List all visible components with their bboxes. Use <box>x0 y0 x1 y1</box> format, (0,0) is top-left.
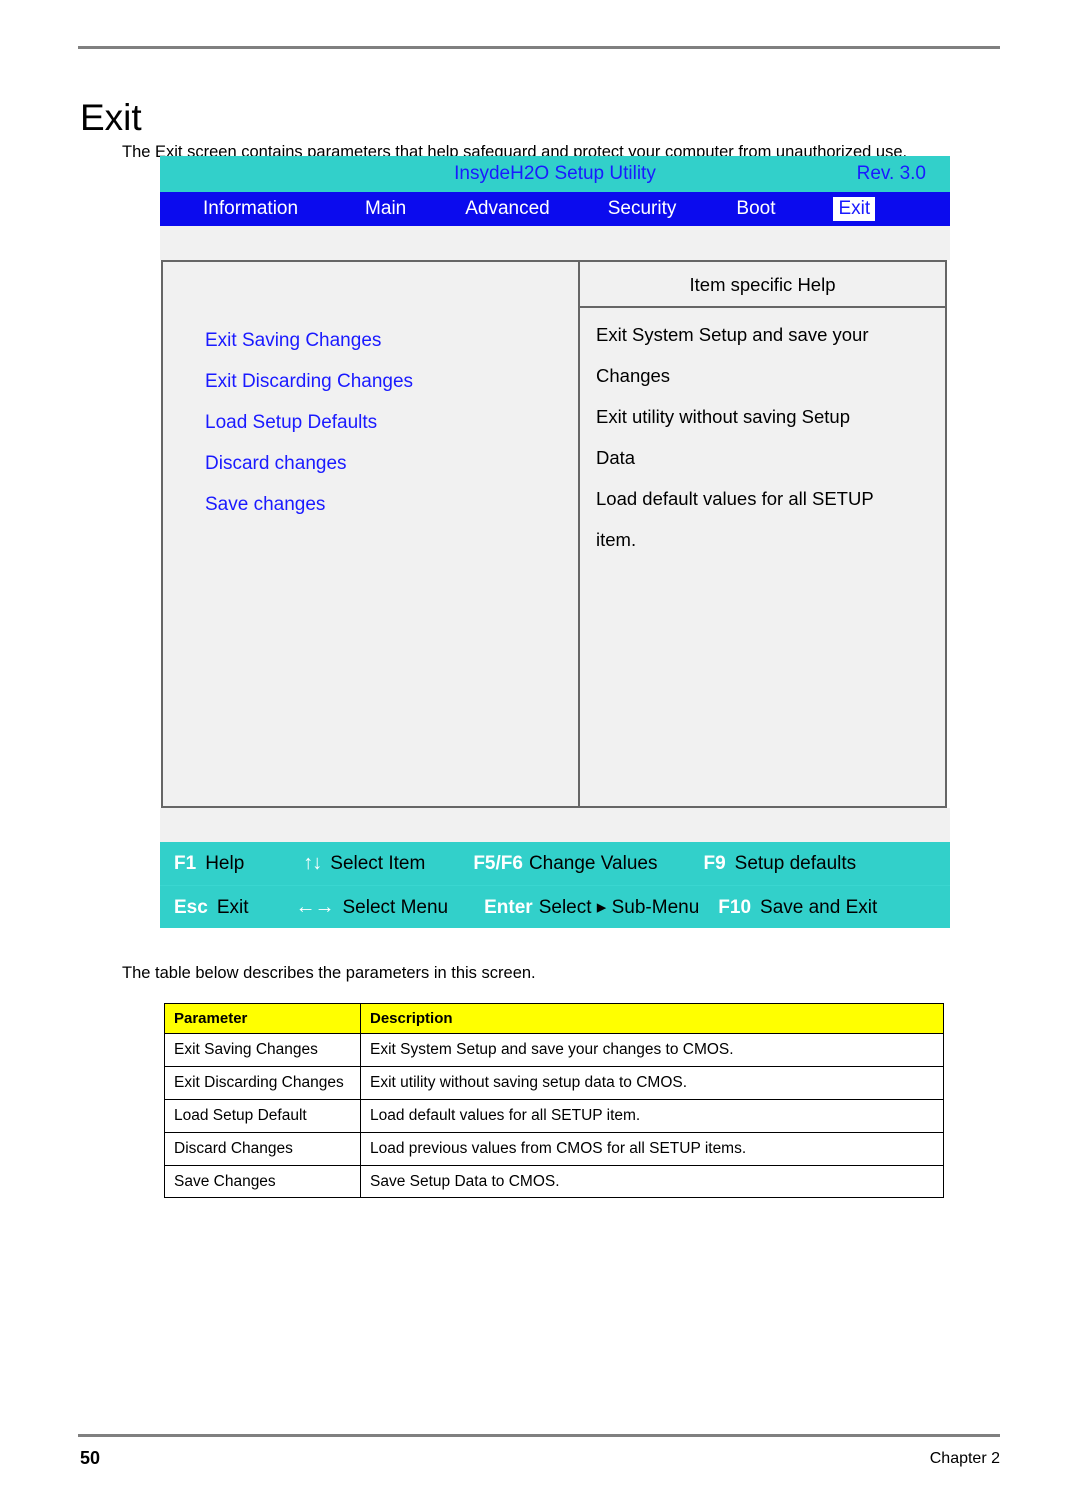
table-intro-paragraph: The table below describes the parameters… <box>122 963 536 982</box>
table-cell-parameter: Discard Changes <box>164 1131 361 1166</box>
table-cell-parameter: Exit Discarding Changes <box>164 1066 361 1100</box>
footer-divider <box>78 1434 1000 1437</box>
key-desc-select-submenu: Select ▸ Sub-Menu <box>538 897 700 918</box>
key-hint-f5-f6: F5/F6 Change Values <box>473 853 657 875</box>
table-header-parameter: Parameter <box>164 1002 361 1035</box>
help-line: Data <box>596 447 636 468</box>
footer-page-number: 50 <box>80 1448 101 1468</box>
bios-revision-label: Rev. 3.0 <box>856 163 926 184</box>
key-desc-setup-defaults: Setup defaults <box>734 852 857 874</box>
option-exit-discarding-changes[interactable]: Exit Discarding Changes <box>205 361 413 402</box>
parameter-description-table: Parameter Description Exit Saving Change… <box>164 1002 944 1199</box>
arrow-left-right-icon: ←→ <box>295 896 335 918</box>
key-label-f5-f6: F5/F6 <box>473 852 523 874</box>
key-label-enter: Enter <box>484 897 533 918</box>
help-line: Changes <box>596 365 671 386</box>
key-hint-select-menu: ←→ Select Menu <box>296 896 449 919</box>
key-label-f10: F10 <box>718 896 752 918</box>
key-desc-save-and-exit: Save and Exit <box>760 896 878 918</box>
table-cell-description: Exit utility without saving setup data t… <box>360 1066 944 1100</box>
key-desc-exit: Exit <box>216 896 249 918</box>
table-header-description: Description <box>360 1002 944 1035</box>
document-page: Exit The Exit screen contains parameters… <box>0 0 1080 1512</box>
table-row: Exit Discarding Changes Exit utility wit… <box>164 1066 944 1100</box>
bios-help-pane: Item specific Help Exit System Setup and… <box>580 262 945 806</box>
bios-title-bar: InsydeH2O Setup Utility Rev. 3.0 <box>160 156 950 192</box>
key-legend-row-2: Esc Exit ←→ Select Menu Enter Select ▸ S… <box>160 885 950 929</box>
tab-boot[interactable]: Boot <box>731 197 780 221</box>
table-header-row: Parameter Description <box>164 1002 944 1035</box>
key-desc-select-item: Select Item <box>330 853 426 874</box>
help-line: item. <box>596 529 637 550</box>
help-line: Exit utility without saving Setup <box>596 406 850 427</box>
table-cell-parameter: Exit Saving Changes <box>164 1033 361 1068</box>
help-line: Exit System Setup and save your <box>596 324 869 345</box>
table-row: Save Changes Save Setup Data to CMOS. <box>164 1164 944 1199</box>
key-desc-help: Help <box>205 852 245 874</box>
bios-upper-spacer <box>160 226 950 260</box>
key-hint-f9: F9 Setup defaults <box>703 853 856 875</box>
tab-security[interactable]: Security <box>603 197 682 221</box>
bios-key-legend-bar: F1 Help ↑↓ Select Item F5/F6 Change Valu… <box>160 842 950 928</box>
help-line: Load default values for all SETUP <box>596 488 874 509</box>
key-hint-select-item: ↑↓ Select Item <box>303 852 425 875</box>
key-hint-enter: Enter Select ▸ Sub-Menu <box>484 896 699 919</box>
table-row: Load Setup Default Load default values f… <box>164 1098 944 1133</box>
option-save-changes[interactable]: Save changes <box>205 484 413 525</box>
header-divider <box>78 46 1000 49</box>
tab-advanced[interactable]: Advanced <box>460 197 555 221</box>
tab-information[interactable]: Information <box>198 197 303 221</box>
bios-setup-screenshot: InsydeH2O Setup Utility Rev. 3.0 Informa… <box>160 156 950 928</box>
key-desc-select-menu: Select Menu <box>342 897 449 918</box>
key-label-f9: F9 <box>703 852 726 874</box>
tab-main[interactable]: Main <box>360 197 411 221</box>
key-hint-esc: Esc Exit <box>174 897 249 919</box>
key-desc-change-values: Change Values <box>528 852 658 874</box>
bios-lower-spacer <box>160 808 950 842</box>
bios-utility-title: InsydeH2O Setup Utility <box>454 163 656 184</box>
key-hint-f1: F1 Help <box>174 853 244 875</box>
option-load-setup-defaults[interactable]: Load Setup Defaults <box>205 402 413 443</box>
key-hint-f10: F10 Save and Exit <box>718 897 877 919</box>
help-pane-text: Exit System Setup and save your Changes … <box>596 314 939 560</box>
option-exit-saving-changes[interactable]: Exit Saving Changes <box>205 320 413 361</box>
table-cell-description: Exit System Setup and save your changes … <box>360 1033 944 1068</box>
footer-chapter-label: Chapter 2 <box>929 1450 1000 1467</box>
bios-options-list: Exit Saving Changes Exit Discarding Chan… <box>205 320 413 525</box>
option-discard-changes[interactable]: Discard changes <box>205 443 413 484</box>
table-cell-description: Load default values for all SETUP item. <box>360 1098 944 1133</box>
key-label-f1: F1 <box>174 852 197 874</box>
page-title: Exit <box>80 96 142 138</box>
tab-exit[interactable]: Exit <box>833 197 876 221</box>
table-cell-parameter: Load Setup Default <box>164 1098 361 1133</box>
table-cell-description: Save Setup Data to CMOS. <box>360 1164 944 1199</box>
key-legend-row-1: F1 Help ↑↓ Select Item F5/F6 Change Valu… <box>160 842 950 885</box>
bios-content-panel: Exit Saving Changes Exit Discarding Chan… <box>161 260 947 808</box>
bios-menu-bar[interactable]: Information Main Advanced Security Boot … <box>160 192 950 226</box>
table-row: Discard Changes Load previous values fro… <box>164 1131 944 1166</box>
table-cell-description: Load previous values from CMOS for all S… <box>360 1131 944 1166</box>
help-pane-header: Item specific Help <box>580 262 945 308</box>
key-label-esc: Esc <box>174 896 208 918</box>
arrow-up-down-icon: ↑↓ <box>303 852 322 874</box>
table-cell-parameter: Save Changes <box>164 1164 361 1199</box>
table-row: Exit Saving Changes Exit System Setup an… <box>164 1033 944 1068</box>
bios-options-pane: Exit Saving Changes Exit Discarding Chan… <box>163 262 580 806</box>
